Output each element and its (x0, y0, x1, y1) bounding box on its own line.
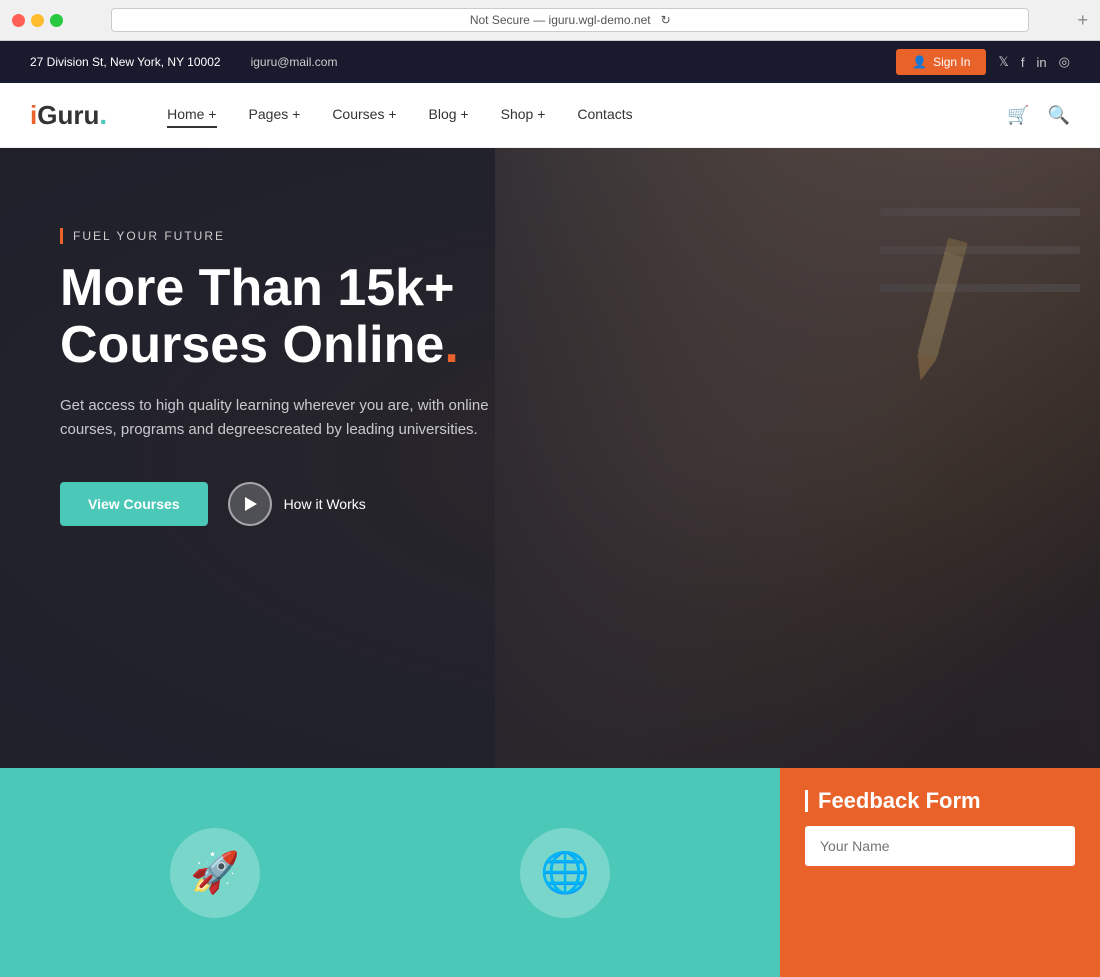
feedback-title-text: Feedback Form (818, 788, 981, 814)
nav-shop-link[interactable]: Shop + (501, 106, 546, 122)
nav-right: 🛒 🔍 (1007, 105, 1070, 126)
hero-title-accent: . (444, 316, 458, 374)
logo[interactable]: iGuru. (30, 99, 107, 131)
instagram-icon[interactable]: ◎ (1059, 54, 1070, 70)
pencil-decoration (900, 228, 980, 393)
feedback-panel: Feedback Form (780, 768, 1100, 977)
bottom-section: 🚀 🌐 Feedback Form (0, 768, 1100, 977)
maximize-dot[interactable] (50, 14, 63, 27)
facebook-icon[interactable]: f (1021, 55, 1025, 70)
address-text: Not Secure — iguru.wgl-demo.net (470, 13, 651, 27)
play-icon (245, 497, 257, 511)
hero-subtitle: Get access to high quality learning wher… (60, 394, 500, 442)
new-tab-button[interactable]: + (1077, 10, 1088, 31)
hero-title: More Than 15k+ Courses Online. (60, 260, 520, 374)
nav-home[interactable]: Home + (167, 106, 216, 124)
logo-dot: . (99, 99, 107, 130)
tagline-text: FUEL YOUR FUTURE (73, 229, 225, 243)
address-info: 27 Division St, New York, NY 10002 (30, 55, 221, 69)
rocket-icon: 🚀 (190, 849, 240, 896)
reload-icon[interactable]: ↻ (661, 13, 671, 27)
search-icon[interactable]: 🔍 (1048, 105, 1070, 126)
info-bar: 27 Division St, New York, NY 10002 iguru… (0, 41, 1100, 83)
browser-dots (12, 14, 63, 27)
user-icon: 👤 (912, 55, 927, 69)
nav-blog-link[interactable]: Blog + (429, 106, 469, 122)
address-bar[interactable]: Not Secure — iguru.wgl-demo.net ↻ (111, 8, 1029, 32)
nav-shop[interactable]: Shop + (501, 106, 546, 124)
navbar: iGuru. Home + Pages + Courses + Blog + S… (0, 83, 1100, 148)
nav-links: Home + Pages + Courses + Blog + Shop + C… (167, 106, 633, 124)
cart-icon[interactable]: 🛒 (1007, 105, 1029, 126)
globe-icon-circle: 🌐 (520, 828, 610, 918)
linkedin-icon[interactable]: in (1037, 55, 1047, 70)
how-it-works-label: How it Works (284, 496, 366, 512)
teal-section: 🚀 🌐 (0, 768, 780, 977)
nav-courses-link[interactable]: Courses + (332, 106, 396, 122)
minimize-dot[interactable] (31, 14, 44, 27)
hero-content: FUEL YOUR FUTURE More Than 15k+ Courses … (0, 148, 580, 606)
how-it-works-button[interactable]: How it Works (228, 482, 366, 526)
sign-in-label: Sign In (933, 55, 970, 69)
browser-titlebar: Not Secure — iguru.wgl-demo.net ↻ + (0, 0, 1100, 40)
browser-chrome: Not Secure — iguru.wgl-demo.net ↻ + (0, 0, 1100, 41)
feedback-title: Feedback Form (805, 788, 1075, 814)
hero-section: FUEL YOUR FUTURE More Than 15k+ Courses … (0, 148, 1100, 768)
info-bar-right: 👤 Sign In 𝕏 f in ◎ (896, 49, 1070, 75)
twitter-icon[interactable]: 𝕏 (998, 54, 1008, 70)
your-name-input[interactable] (805, 826, 1075, 866)
sign-in-button[interactable]: 👤 Sign In (896, 49, 986, 75)
hero-buttons: View Courses How it Works (60, 482, 520, 526)
email-info: iguru@mail.com (251, 55, 338, 69)
nav-contacts-link[interactable]: Contacts (577, 106, 632, 122)
tagline-bar (60, 228, 63, 244)
view-courses-button[interactable]: View Courses (60, 482, 208, 526)
nav-pages[interactable]: Pages + (249, 106, 301, 124)
logo-guru: Guru (37, 100, 99, 130)
hero-title-line2: Courses Online (60, 316, 444, 374)
hero-tagline: FUEL YOUR FUTURE (60, 228, 520, 244)
feedback-title-bar (805, 790, 808, 812)
nav-pages-link[interactable]: Pages + (249, 106, 301, 122)
nav-courses[interactable]: Courses + (332, 106, 396, 124)
nav-blog[interactable]: Blog + (429, 106, 469, 124)
nav-contacts[interactable]: Contacts (577, 106, 632, 124)
hero-title-line1: More Than 15k+ (60, 259, 454, 317)
nav-home-link[interactable]: Home + (167, 106, 216, 128)
globe-icon: 🌐 (540, 849, 590, 896)
close-dot[interactable] (12, 14, 25, 27)
rocket-icon-circle: 🚀 (170, 828, 260, 918)
play-circle (228, 482, 272, 526)
